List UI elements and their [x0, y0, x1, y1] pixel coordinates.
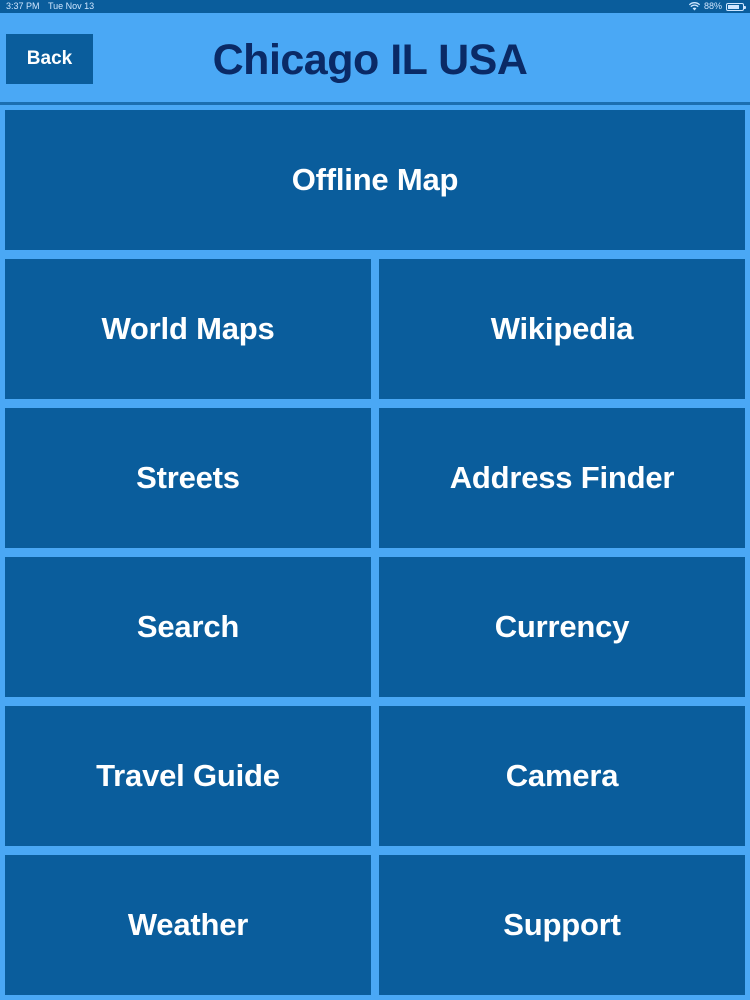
- search-button[interactable]: Search: [5, 557, 371, 697]
- battery-icon: [726, 2, 746, 11]
- header-bar: Back Chicago IL USA: [0, 13, 750, 102]
- weather-button[interactable]: Weather: [5, 855, 371, 995]
- status-date: Tue Nov 13: [48, 1, 95, 11]
- wikipedia-button[interactable]: Wikipedia: [379, 259, 745, 399]
- battery-percent: 88%: [703, 1, 722, 11]
- back-button[interactable]: Back: [6, 34, 93, 84]
- travel-guide-button[interactable]: Travel Guide: [5, 706, 371, 846]
- status-indicators: 88%: [688, 0, 746, 13]
- streets-button[interactable]: Streets: [5, 408, 371, 548]
- camera-button[interactable]: Camera: [379, 706, 745, 846]
- wifi-icon: [688, 2, 700, 11]
- status-bar: 3:37 PM Tue Nov 13 88%: [0, 0, 750, 13]
- battery-level: [728, 4, 739, 9]
- address-finder-button[interactable]: Address Finder: [379, 408, 745, 548]
- page-title: Chicago IL USA: [212, 36, 528, 84]
- support-button[interactable]: Support: [379, 855, 745, 995]
- status-time: 3:37 PM: [6, 1, 40, 11]
- world-maps-button[interactable]: World Maps: [5, 259, 371, 399]
- offline-map-button[interactable]: Offline Map: [5, 110, 745, 250]
- currency-button[interactable]: Currency: [379, 557, 745, 697]
- header-divider: [0, 102, 750, 105]
